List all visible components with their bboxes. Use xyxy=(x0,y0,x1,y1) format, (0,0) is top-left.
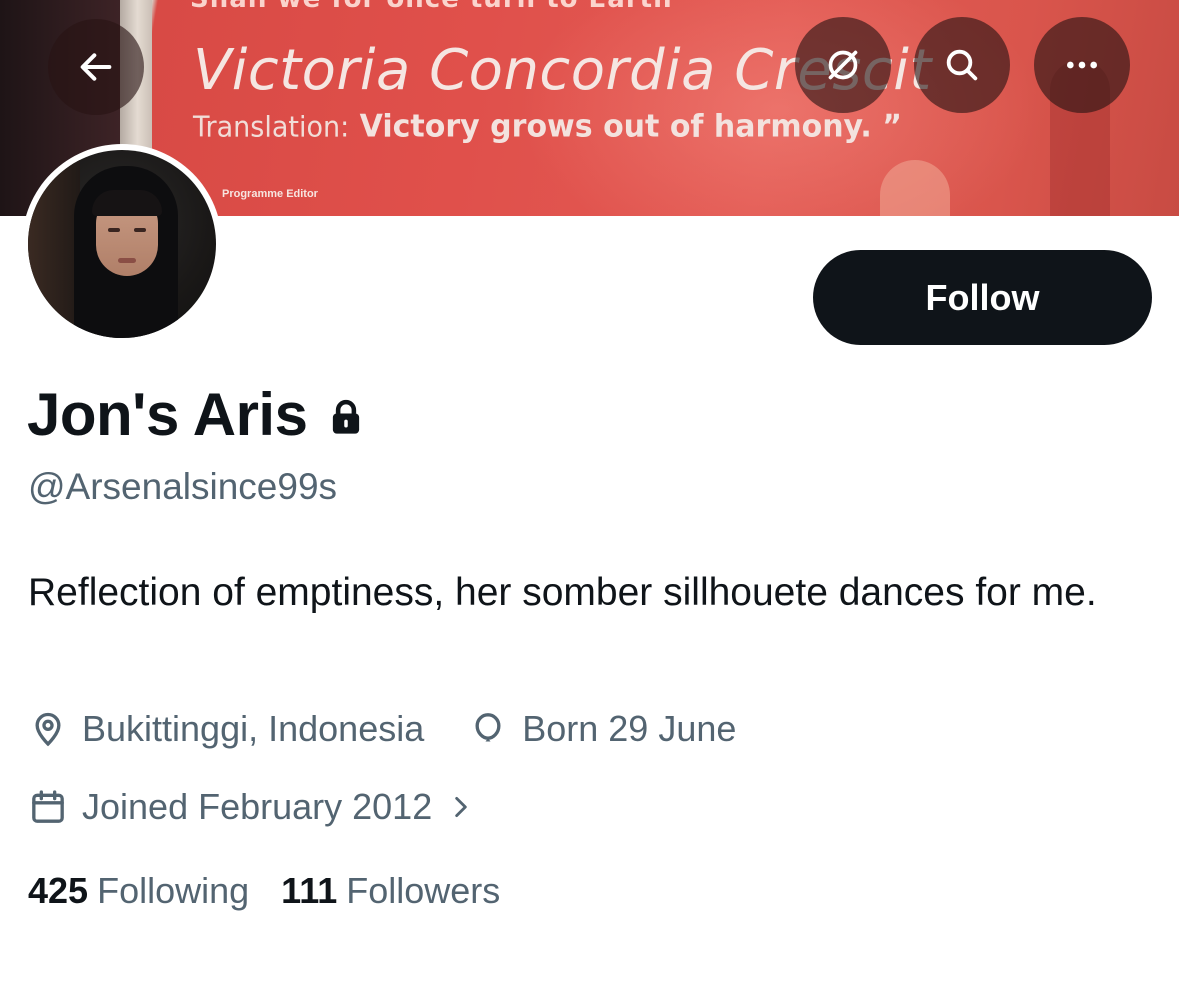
display-name: Jon's Aris xyxy=(27,381,308,448)
balloon-icon xyxy=(475,713,501,742)
banner-top-text: Shall we for once turn to Earth xyxy=(190,0,673,14)
banner-caption: Programme Editor xyxy=(222,188,318,200)
avatar-mouth xyxy=(118,258,136,263)
followers-count: 111 xyxy=(281,870,338,911)
following-link[interactable]: 425 Following xyxy=(28,870,249,912)
search-button[interactable] xyxy=(914,17,1010,113)
location-pin-icon xyxy=(35,712,61,747)
followers-link[interactable]: 111 Followers xyxy=(281,870,500,912)
more-horizontal-icon xyxy=(1067,61,1097,69)
banner-translation-label: Translation: xyxy=(193,111,350,144)
avatar-eye xyxy=(108,228,120,232)
followers-label: Followers xyxy=(346,870,501,911)
follow-button[interactable]: Follow xyxy=(813,250,1152,345)
follow-stats: 425 Following 111 Followers xyxy=(28,870,500,912)
profile-bio: Reflection of emptiness, her somber sill… xyxy=(28,571,1097,614)
birthday-text: Born 29 June xyxy=(522,708,737,749)
banner-quote-mark: ” xyxy=(882,108,902,145)
avatar-photo xyxy=(28,150,216,338)
arrow-left-icon xyxy=(80,53,112,81)
profile-handle: @Arsenalsince99s xyxy=(28,466,338,507)
calendar-icon xyxy=(32,790,64,823)
avatar-hair xyxy=(92,190,162,216)
joined-item[interactable]: Joined February 2012 xyxy=(28,786,474,828)
avatar[interactable] xyxy=(22,144,222,344)
banner-translation: Translation: Victory grows out of harmon… xyxy=(193,108,902,145)
avatar-background xyxy=(28,150,80,338)
search-icon xyxy=(946,49,978,81)
following-label: Following xyxy=(97,870,250,911)
profile-meta-row: Bukittinggi, Indonesia Born 29 June xyxy=(28,708,736,750)
location-text: Bukittinggi, Indonesia xyxy=(82,708,425,749)
lock-icon xyxy=(333,399,360,434)
location-item: Bukittinggi, Indonesia xyxy=(28,708,424,750)
joined-text: Joined February 2012 xyxy=(82,786,433,827)
more-options-button[interactable] xyxy=(1034,17,1130,113)
profile-name-row: Jon's Aris xyxy=(27,380,367,449)
birthday-item: Born 29 June xyxy=(468,708,736,750)
banner-translation-text: Victory grows out of harmony. xyxy=(359,108,872,145)
avatar-eye xyxy=(134,228,146,232)
slash-circle-icon xyxy=(828,50,858,80)
grok-button[interactable] xyxy=(795,17,891,113)
back-button[interactable] xyxy=(48,19,144,115)
joined-row[interactable]: Joined February 2012 xyxy=(28,786,474,828)
following-count: 425 xyxy=(28,870,89,911)
chevron-right-icon xyxy=(455,796,467,818)
